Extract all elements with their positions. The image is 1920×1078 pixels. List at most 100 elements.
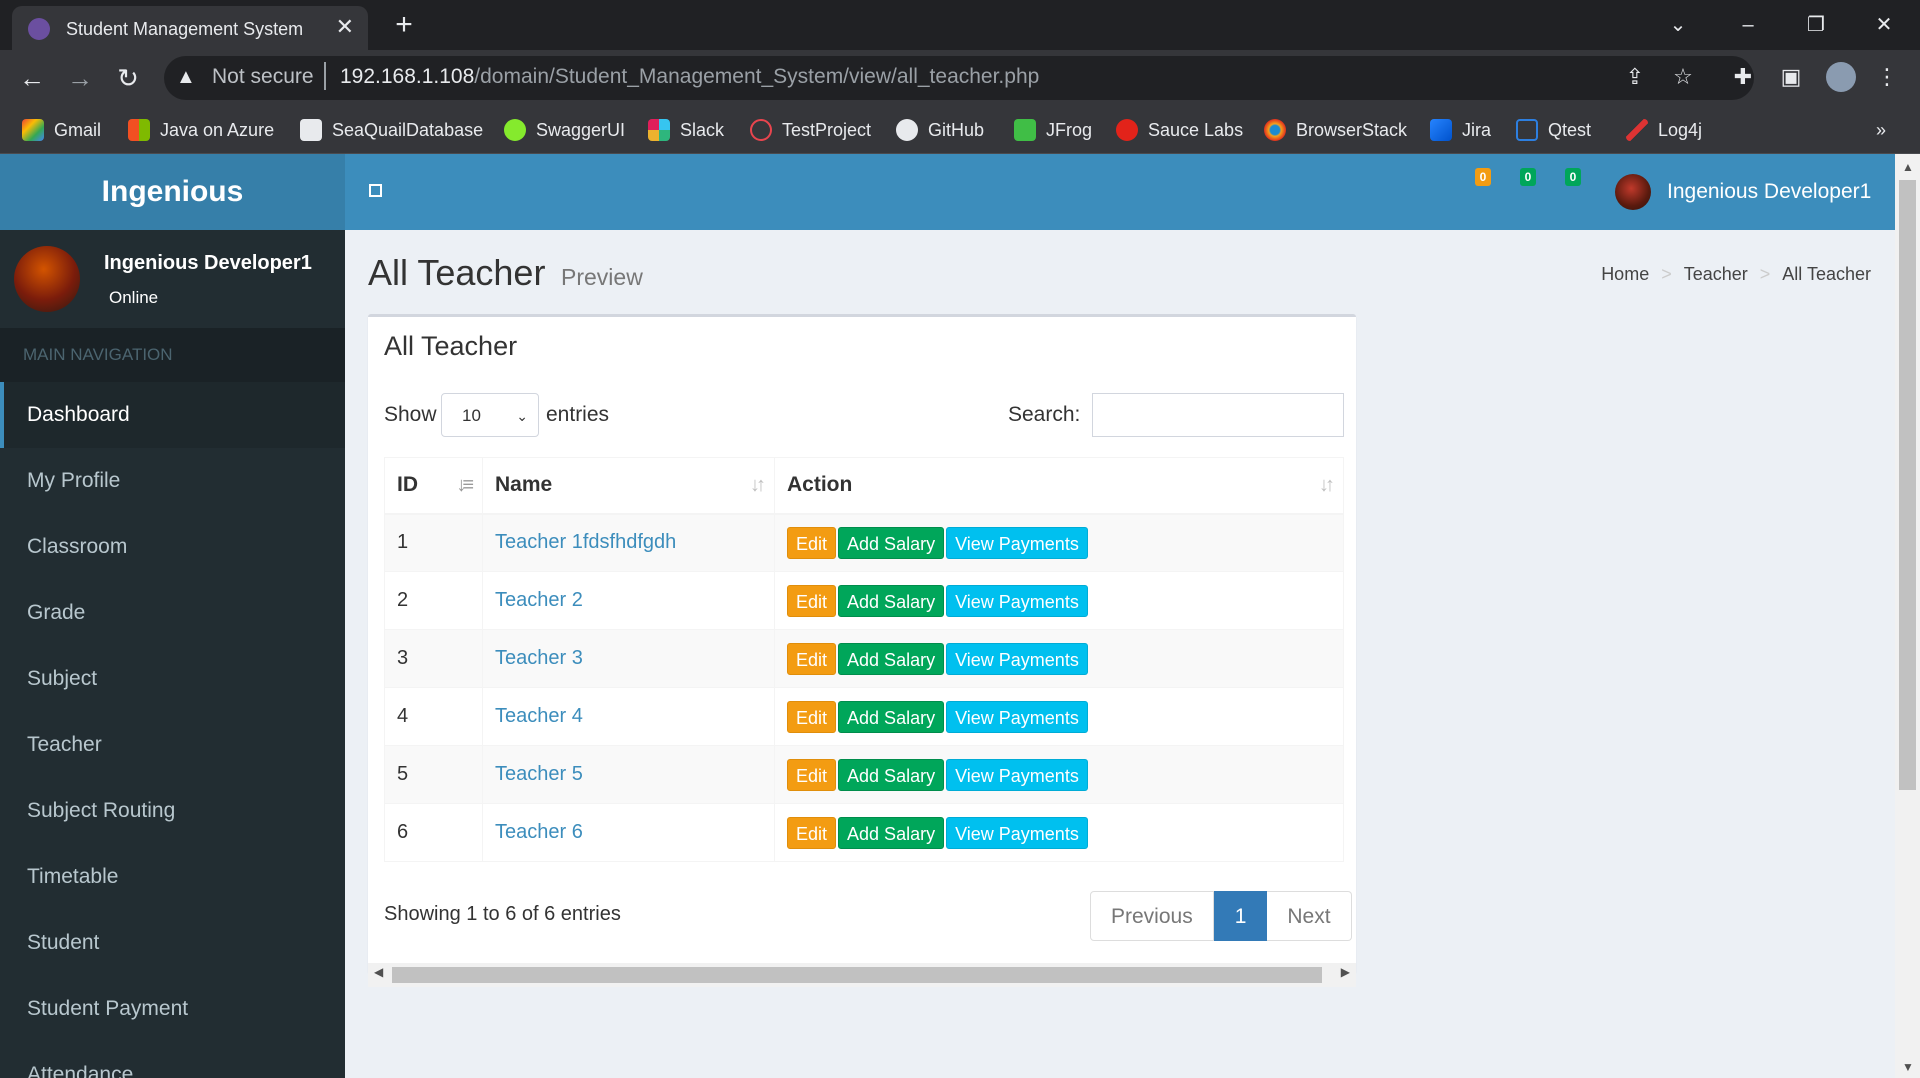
view-payments-button[interactable]: View Payments — [946, 526, 1088, 559]
reload-icon[interactable]: ↻ — [110, 60, 146, 96]
view-payments-button[interactable]: View Payments — [946, 758, 1088, 791]
teacher-name-link[interactable]: Teacher 2 — [482, 571, 775, 630]
sidebar-item-timetable[interactable]: Timetable — [0, 844, 345, 910]
add-salary-button[interactable]: Add Salary — [838, 642, 945, 675]
bookmark-qtest[interactable]: Qtest — [1516, 116, 1591, 144]
close-tab-icon[interactable]: ✕ — [336, 14, 354, 40]
breadcrumb-separator-icon: > — [1759, 264, 1771, 284]
warning-icon[interactable]: ▲ — [176, 66, 196, 89]
add-salary-button[interactable]: Add Salary — [838, 526, 945, 559]
notifications-badge[interactable]: 0 — [1520, 168, 1536, 186]
edit-button[interactable]: Edit — [787, 526, 837, 559]
more-bookmarks-button[interactable]: » — [1876, 116, 1886, 144]
restore-button[interactable]: ❐ — [1796, 8, 1836, 42]
user-panel: Ingenious Developer1 Online — [0, 230, 345, 328]
teacher-name-link[interactable]: Teacher 1fdsfhdfgdh — [482, 513, 775, 572]
forward-icon[interactable]: → — [62, 60, 98, 96]
menu-kebab-icon[interactable]: ⋮ — [1872, 62, 1902, 92]
teacher-name-link[interactable]: Teacher 5 — [482, 745, 775, 804]
sidebar-item-teacher[interactable]: Teacher — [0, 712, 345, 778]
add-salary-button[interactable]: Add Salary — [838, 758, 945, 791]
sidebar-item-subject[interactable]: Subject — [0, 646, 345, 712]
bookmark-gmail[interactable]: Gmail — [22, 116, 101, 144]
column-id[interactable]: ID ↓≡ — [384, 457, 483, 515]
profile-avatar[interactable] — [1826, 62, 1856, 92]
bookmark-slack[interactable]: Slack — [648, 116, 724, 144]
back-icon[interactable]: ← — [14, 60, 50, 96]
add-salary-button[interactable]: Add Salary — [838, 816, 945, 849]
bookmark-label: Log4j — [1658, 119, 1703, 140]
edit-button[interactable]: Edit — [787, 700, 837, 733]
view-payments-button[interactable]: View Payments — [946, 700, 1088, 733]
bookmark-log4j[interactable]: Log4j — [1626, 116, 1702, 144]
bookmark-browserstack[interactable]: BrowserStack — [1264, 116, 1407, 144]
sidebar-item-attendance[interactable]: Attendance — [0, 1042, 345, 1078]
edit-button[interactable]: Edit — [787, 816, 837, 849]
edit-button[interactable]: Edit — [787, 584, 837, 617]
bookmark-swaggerui[interactable]: SwaggerUI — [504, 116, 625, 144]
entries-select[interactable]: 10 ⌄ — [441, 393, 539, 437]
view-payments-button[interactable]: View Payments — [946, 642, 1088, 675]
navbar-user-name[interactable]: Ingenious Developer1 — [1667, 180, 1871, 204]
vertical-scrollbar[interactable]: ▲ ▼ — [1895, 154, 1920, 1078]
sidebar-item-grade[interactable]: Grade — [0, 580, 345, 646]
horizontal-scrollbar[interactable]: ◀ ▶ — [368, 963, 1356, 987]
edit-button[interactable]: Edit — [787, 642, 837, 675]
tasks-badge[interactable]: 0 — [1565, 168, 1581, 186]
new-tab-button[interactable]: + — [384, 8, 424, 42]
page-1-button[interactable]: 1 — [1213, 891, 1268, 941]
user-avatar[interactable] — [1615, 174, 1651, 210]
view-payments-button[interactable]: View Payments — [946, 816, 1088, 849]
sidebar-toggle-icon[interactable] — [369, 184, 382, 197]
scroll-right-icon[interactable]: ▶ — [1341, 965, 1350, 979]
extensions-icon[interactable]: ✚ — [1728, 62, 1758, 92]
share-icon[interactable]: ⇪ — [1620, 62, 1650, 92]
tab-search-icon[interactable]: ⌄ — [1658, 8, 1698, 42]
browser-tab[interactable]: Student Management System ✕ — [12, 6, 368, 50]
scroll-up-icon[interactable]: ▲ — [1902, 160, 1914, 174]
add-salary-button[interactable]: Add Salary — [838, 700, 945, 733]
close-window-button[interactable]: ✕ — [1864, 8, 1904, 42]
scroll-down-icon[interactable]: ▼ — [1902, 1060, 1914, 1074]
breadcrumb-home[interactable]: Home — [1601, 264, 1649, 284]
sidebar-item-student[interactable]: Student — [0, 910, 345, 976]
horizontal-scroll-thumb[interactable] — [392, 967, 1322, 983]
column-action[interactable]: Action ↓↑ — [774, 457, 1344, 515]
sidebar-item-classroom[interactable]: Classroom — [0, 514, 345, 580]
sidebar-item-student-payment[interactable]: Student Payment — [0, 976, 345, 1042]
next-page-button[interactable]: Next — [1267, 891, 1352, 941]
teacher-name-link[interactable]: Teacher 6 — [482, 803, 775, 862]
side-panel-icon[interactable]: ▣ — [1776, 62, 1806, 92]
messages-badge[interactable]: 0 — [1475, 168, 1491, 186]
bookmark-java-on-azure[interactable]: Java on Azure — [128, 116, 274, 144]
sidebar-item-dashboard[interactable]: Dashboard — [0, 382, 345, 448]
add-salary-button[interactable]: Add Salary — [838, 584, 945, 617]
vertical-scroll-thumb[interactable] — [1899, 180, 1916, 790]
sidebar-item-my-profile[interactable]: My Profile — [0, 448, 345, 514]
view-payments-button[interactable]: View Payments — [946, 584, 1088, 617]
app: Ingenious 0 0 0 Ingenious Developer1 Ing… — [0, 154, 1920, 1078]
bookmark-github[interactable]: GitHub — [896, 116, 984, 144]
bookmark-seaquaildatabase[interactable]: SeaQuailDatabase — [300, 116, 483, 144]
teacher-name-link[interactable]: Teacher 3 — [482, 629, 775, 688]
sidebar: Ingenious Developer1 Online MAIN NAVIGAT… — [0, 230, 345, 1078]
bookmark-testproject[interactable]: TestProject — [750, 116, 871, 144]
teacher-name-link[interactable]: Teacher 4 — [482, 687, 775, 746]
edit-button[interactable]: Edit — [787, 758, 837, 791]
breadcrumb: Home > Teacher > All Teacher — [1601, 264, 1871, 285]
sidebar-user-name: Ingenious Developer1 — [104, 252, 312, 274]
url-text[interactable]: 192.168.1.108/domain/Student_Management_… — [340, 65, 1039, 89]
app-logo[interactable]: Ingenious — [0, 154, 345, 230]
sidebar-item-subject-routing[interactable]: Subject Routing — [0, 778, 345, 844]
bookmark-jfrog[interactable]: JFrog — [1014, 116, 1092, 144]
bookmark-jira[interactable]: Jira — [1430, 116, 1491, 144]
scroll-left-icon[interactable]: ◀ — [374, 965, 383, 979]
browser-toolbar: ← → ↻ ▲ Not secure 192.168.1.108/domain/… — [0, 50, 1920, 106]
bookmark-star-icon[interactable]: ☆ — [1668, 62, 1698, 92]
minimize-button[interactable]: – — [1728, 8, 1768, 42]
breadcrumb-teacher[interactable]: Teacher — [1684, 264, 1748, 284]
previous-page-button[interactable]: Previous — [1090, 891, 1214, 941]
search-input[interactable] — [1092, 393, 1344, 437]
bookmark-sauce-labs[interactable]: Sauce Labs — [1116, 116, 1243, 144]
column-name[interactable]: Name ↓↑ — [482, 457, 775, 515]
